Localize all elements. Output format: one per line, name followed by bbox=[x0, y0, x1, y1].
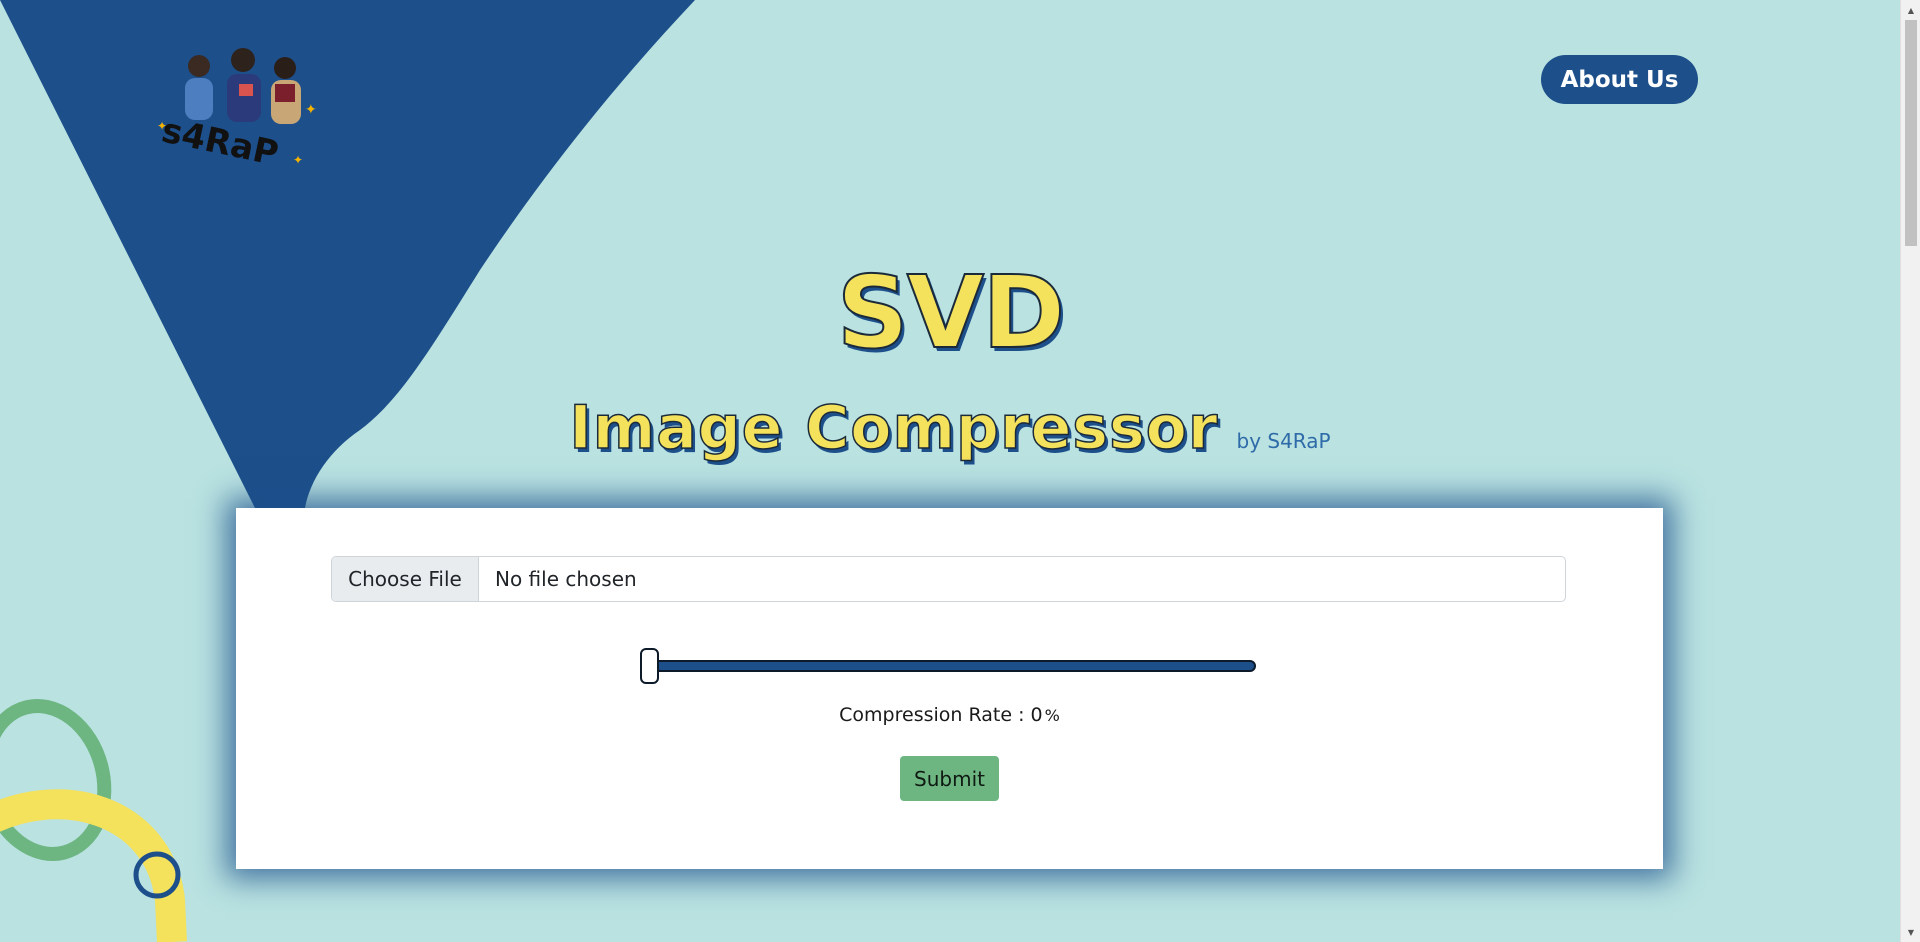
compression-rate-value: 0 bbox=[1030, 704, 1043, 726]
compression-rate-label: Compression Rate : 0% bbox=[236, 704, 1663, 726]
subtitle-row: Image Compressor by S4RaP bbox=[0, 392, 1900, 464]
slider-thumb[interactable] bbox=[640, 648, 659, 684]
page: s4RaP ✦ ✦ ✦ About Us SVD Image Compresso… bbox=[0, 0, 1900, 942]
logo-letter-1: s4RaP bbox=[158, 111, 282, 175]
upload-card: Choose File No file chosen Compression R… bbox=[236, 508, 1663, 869]
scrollbar-thumb[interactable] bbox=[1905, 20, 1917, 246]
choose-file-button[interactable]: Choose File bbox=[332, 557, 479, 601]
page-scrollbar[interactable]: ▲ ▼ bbox=[1900, 0, 1920, 942]
yellow-ring-shape bbox=[0, 789, 187, 942]
svg-text:✦: ✦ bbox=[157, 119, 167, 133]
team-logo[interactable]: s4RaP ✦ ✦ ✦ bbox=[155, 44, 325, 182]
page-subtitle: Image Compressor bbox=[569, 392, 1219, 464]
file-status-text: No file chosen bbox=[495, 567, 637, 591]
compression-rate-text: Compression Rate : bbox=[839, 704, 1031, 726]
about-us-button[interactable]: About Us bbox=[1541, 55, 1698, 104]
submit-button[interactable]: Submit bbox=[900, 756, 999, 801]
compression-slider[interactable] bbox=[640, 648, 1258, 684]
svg-text:✦: ✦ bbox=[293, 153, 303, 167]
page-title: SVD bbox=[836, 254, 1066, 371]
triangle-up-icon[interactable]: ▲ bbox=[1901, 2, 1920, 18]
byline: by S4RaP bbox=[1236, 429, 1331, 453]
file-input[interactable]: Choose File No file chosen bbox=[331, 556, 1566, 602]
slider-track[interactable] bbox=[646, 660, 1256, 672]
triangle-down-icon[interactable]: ▼ bbox=[1901, 924, 1920, 940]
compression-rate-unit: % bbox=[1044, 706, 1060, 725]
svg-text:✦: ✦ bbox=[305, 102, 317, 118]
green-ring-shape bbox=[0, 699, 112, 861]
